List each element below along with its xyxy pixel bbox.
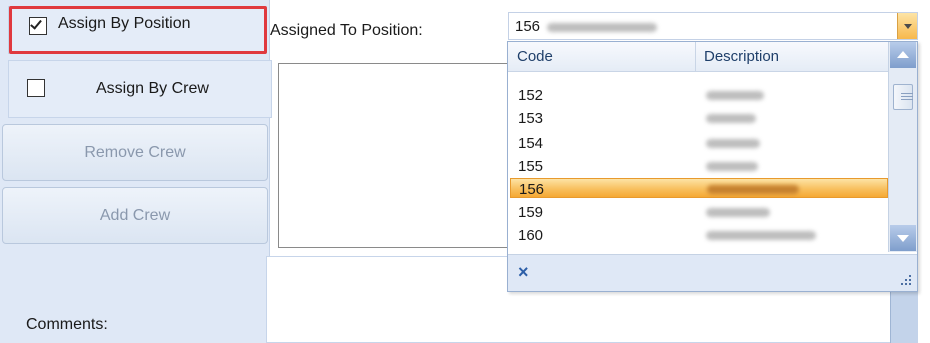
dropdown-footer: ×	[508, 254, 917, 291]
row-code: 153	[518, 110, 544, 127]
scroll-down-button[interactable]	[890, 225, 916, 251]
crew-listbox[interactable]	[278, 63, 510, 248]
chevron-down-icon	[897, 235, 909, 242]
column-header-code[interactable]: Code	[517, 48, 553, 65]
redacted-description	[707, 185, 799, 194]
close-icon[interactable]: ×	[518, 262, 529, 283]
redacted-description	[547, 23, 657, 32]
list-item[interactable]: 155	[510, 156, 888, 176]
row-code: 152	[518, 87, 544, 104]
redacted-description	[706, 139, 760, 148]
grip-line	[901, 93, 913, 94]
redacted-description	[706, 231, 816, 240]
add-crew-button[interactable]: Add Crew	[2, 187, 268, 244]
dropdown-header: Code Description	[508, 42, 889, 72]
grip-line	[901, 96, 913, 97]
assign-by-crew-label: Assign By Crew	[96, 80, 209, 97]
list-item[interactable]: 160	[510, 225, 888, 245]
chevron-up-icon	[897, 51, 909, 58]
combo-value: 156	[515, 18, 541, 35]
list-item[interactable]: 152	[510, 85, 888, 105]
dropdown-scrollbar[interactable]	[888, 42, 917, 252]
list-item-selected[interactable]: 156	[510, 178, 888, 198]
row-code: 155	[518, 158, 544, 175]
row-code: 159	[518, 204, 544, 221]
scroll-up-button[interactable]	[890, 42, 916, 68]
assign-by-crew-checkbox[interactable]	[27, 79, 45, 97]
row-code: 154	[518, 135, 544, 152]
remove-crew-button[interactable]: Remove Crew	[2, 124, 268, 181]
highlight-annotation	[9, 6, 267, 54]
grip-line	[901, 99, 913, 100]
column-divider	[695, 42, 696, 72]
assigned-to-position-label: Assigned To Position:	[270, 22, 423, 39]
redacted-description	[706, 91, 764, 100]
column-header-description[interactable]: Description	[704, 48, 779, 65]
row-code: 160	[518, 227, 544, 244]
resize-grip-icon[interactable]	[901, 275, 911, 285]
row-code: 156	[519, 181, 545, 198]
assigned-to-position-combo[interactable]: 156	[508, 12, 918, 40]
list-item[interactable]: 154	[510, 133, 888, 153]
list-item[interactable]: 159	[510, 202, 888, 222]
redacted-description	[706, 162, 758, 171]
scroll-thumb[interactable]	[893, 84, 913, 110]
comments-label: Comments:	[26, 316, 108, 333]
chevron-down-icon	[904, 24, 912, 29]
position-dropdown-popup: Code Description 152 153 154 155 156 159…	[507, 41, 918, 292]
list-item[interactable]: 153	[510, 108, 888, 128]
combo-dropdown-button[interactable]	[897, 13, 917, 39]
redacted-description	[706, 208, 770, 217]
redacted-description	[706, 114, 756, 123]
